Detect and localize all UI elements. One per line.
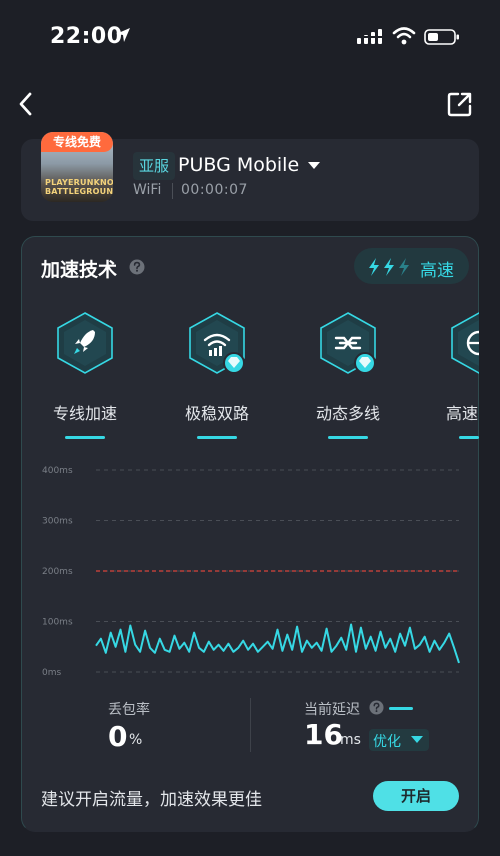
latency-unit: ms [340,732,361,748]
tech-item-dedicated-line[interactable]: 专线加速 [35,310,135,440]
status-time: 22:00 [50,24,123,49]
multi-line-icon [320,312,376,374]
tech-underline [65,436,105,439]
traffic-tip: 建议开启流量，加速效果更佳 [41,790,262,810]
tech-label: 专线加速 [52,404,117,423]
tech-underline [197,436,237,439]
rocket-icon [57,312,113,374]
tech-label: 高速 [446,404,479,423]
y-tick-label: 100ms [42,618,73,628]
speed-mode-label: 高速 [420,261,454,281]
latency-legend-line [389,707,413,710]
lightning-bolt-icon [384,258,394,276]
packet-loss-unit: % [129,732,143,748]
y-tick-label: 400ms [42,466,73,476]
help-icon[interactable] [129,259,145,275]
globe-icon [451,312,479,374]
y-tick-label: 200ms [42,567,73,577]
tech-item-dual-path[interactable]: 极稳双路 [167,310,267,440]
help-icon[interactable] [369,700,384,715]
open-button[interactable]: 开启 [373,781,459,811]
tech-label: 极稳双路 [184,404,249,423]
game-logo-text: PLAYERUNKNOWN'S BATTLEGROUNDS [45,178,113,196]
location-arrow-icon [116,28,130,42]
share-external-icon[interactable] [442,86,478,122]
tech-item-dynamic-multiline[interactable]: 动态多线 [298,310,398,440]
tech-underline [459,436,479,439]
game-icon[interactable]: 专线免费 PLAYERUNKNOWN'S BATTLEGROUNDS [41,132,113,202]
dropdown-caret-icon [411,736,423,743]
tech-label: 动态多线 [315,404,380,423]
packet-loss-label: 丢包率 [108,702,150,718]
y-tick-label: 300ms [42,517,73,527]
stats-divider [250,698,251,752]
latency-chart: 400ms 300ms 200ms 100ms 0ms [42,466,460,678]
free-line-badge: 专线免费 [41,132,113,152]
y-tick-label: 0ms [42,668,61,678]
lightning-bolt-icon [369,258,379,276]
network-divider [172,183,173,199]
lightning-bolt-icon [399,258,409,276]
battery-icon [424,29,459,45]
packet-loss-value: 0 [108,720,128,753]
optimize-label: 优化 [373,734,401,750]
panel-title: 加速技术 [41,259,118,281]
cellular-signal-icon [356,29,384,44]
dual-wifi-icon [189,312,245,374]
region-tag: 亚服 [133,152,176,180]
wifi-icon [392,27,416,45]
acceleration-timer: 00:00:07 [181,182,248,198]
latency-label: 当前延迟 [304,702,360,718]
tech-item-high-speed[interactable]: 高速 [429,310,479,440]
tech-underline [328,436,368,439]
latency-value: 16 [304,718,343,751]
game-name[interactable]: PUBG Mobile [178,154,299,176]
network-type: WiFi [133,182,162,198]
latency-series-line [95,623,460,664]
status-bar: 22:00 [0,0,500,72]
dropdown-caret-icon[interactable] [308,162,320,170]
back-chevron-icon[interactable] [10,86,46,122]
